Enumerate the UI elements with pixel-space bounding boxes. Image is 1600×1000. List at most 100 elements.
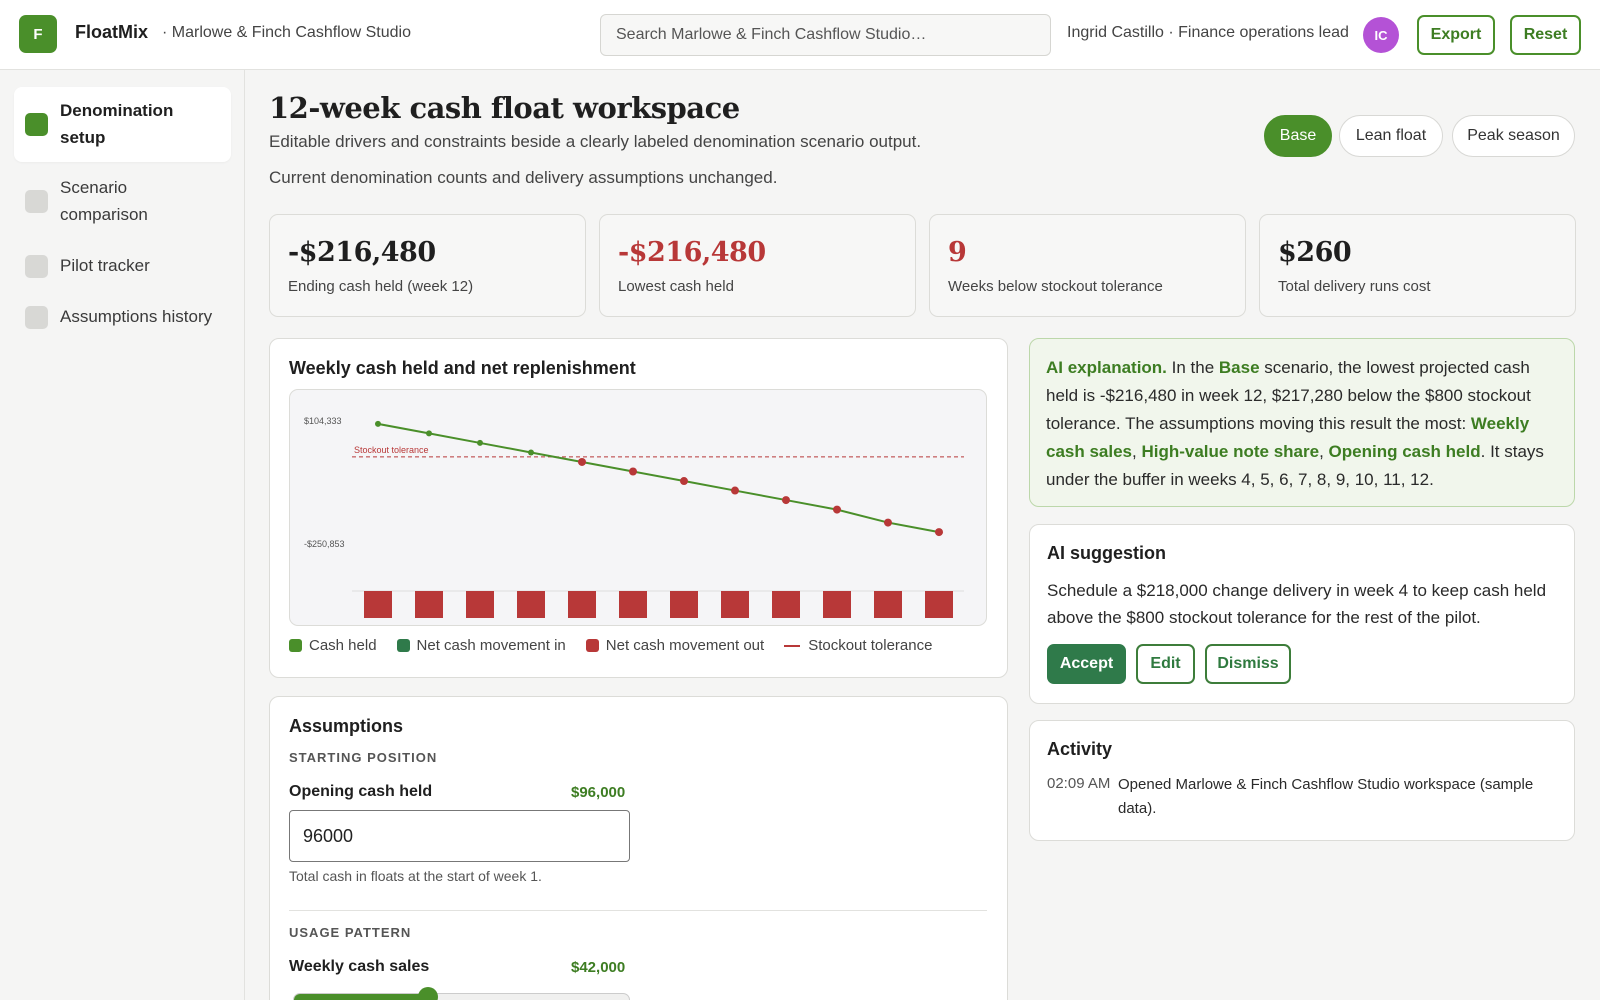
kpi-value: -$216,480 bbox=[618, 237, 766, 268]
legend-net-out: Net cash movement out bbox=[585, 637, 765, 654]
bar-net-out bbox=[517, 591, 545, 618]
ai-explanation-lead: AI explanation. bbox=[1046, 358, 1167, 377]
edit-button[interactable]: Edit bbox=[1136, 644, 1195, 684]
cash-held-point bbox=[833, 505, 841, 514]
nav-icon bbox=[25, 255, 48, 278]
stockout-tolerance-label: Stockout tolerance bbox=[354, 445, 429, 455]
cash-held-point bbox=[426, 430, 432, 437]
top-bar: F FloatMix · Marlowe & Finch Cashflow St… bbox=[0, 0, 1600, 70]
avatar[interactable]: IC bbox=[1363, 17, 1399, 53]
sidebar-item-label: Denomination setup bbox=[60, 101, 174, 147]
ai-explanation-card: AI explanation. In the Base scenario, th… bbox=[1029, 338, 1575, 507]
reset-button[interactable]: Reset bbox=[1510, 15, 1581, 55]
ai-suggestion-title: AI suggestion bbox=[1047, 543, 1167, 563]
cash-held-point bbox=[375, 420, 381, 427]
chart-legend: Cash held Net cash movement in Net cash … bbox=[289, 637, 952, 654]
opening-cash-input[interactable] bbox=[289, 810, 630, 862]
legend-swatch bbox=[784, 644, 801, 647]
cash-held-point bbox=[477, 439, 483, 446]
bar-net-out bbox=[415, 591, 443, 618]
ai-driver: Opening cash held bbox=[1328, 442, 1481, 461]
activity-time: 02:09 AM bbox=[1047, 775, 1111, 792]
y-tick-label: -$250,853 bbox=[304, 539, 345, 549]
bar-net-out bbox=[823, 591, 851, 618]
sidebar-item-label: Pilot tracker bbox=[60, 256, 150, 275]
sidebar-item-assumptions-history[interactable]: Assumptions history bbox=[14, 303, 231, 339]
y-tick-label: $104,333 bbox=[304, 416, 342, 426]
kpi-delivery-cost: $260 Total delivery runs cost bbox=[1259, 214, 1576, 317]
cash-held-point bbox=[782, 496, 790, 505]
ai-text: In the bbox=[1166, 358, 1219, 377]
kpi-value: 9 bbox=[948, 237, 967, 268]
workspace-name: · Marlowe & Finch Cashflow Studio bbox=[162, 24, 411, 41]
cash-held-line bbox=[377, 422, 940, 534]
page-subtitle: Editable drivers and constraints beside … bbox=[269, 132, 922, 151]
kpi-weeks-below: 9 Weeks below stockout tolerance bbox=[929, 214, 1246, 317]
cash-held-point bbox=[680, 477, 688, 486]
scenario-base-button[interactable]: Base bbox=[1264, 115, 1332, 157]
bar-net-out bbox=[619, 591, 647, 618]
section-starting-position: STARTING POSITION bbox=[289, 750, 438, 765]
cash-held-point bbox=[578, 457, 586, 466]
cash-held-point bbox=[884, 518, 892, 527]
ai-text: , bbox=[1319, 442, 1329, 461]
search-box[interactable] bbox=[600, 14, 1051, 56]
slider-handle[interactable] bbox=[417, 987, 438, 1000]
ai-driver: High-value note share bbox=[1141, 442, 1320, 461]
kpi-label: Total delivery runs cost bbox=[1278, 278, 1431, 295]
activity-title: Activity bbox=[1047, 739, 1113, 759]
app-name: FloatMix bbox=[75, 22, 149, 42]
weekly-sales-slider[interactable] bbox=[293, 993, 630, 1000]
page-note: Current denomination counts and delivery… bbox=[269, 168, 778, 187]
cash-held-point bbox=[935, 528, 943, 537]
cash-held-point bbox=[731, 486, 739, 495]
kpi-ending-cash: -$216,480 Ending cash held (week 12) bbox=[269, 214, 586, 317]
kpi-value: $260 bbox=[1278, 237, 1352, 268]
bar-net-out bbox=[466, 591, 494, 618]
bar-net-out bbox=[874, 591, 902, 618]
chart-title: Weekly cash held and net replenishment bbox=[289, 358, 636, 378]
legend-swatch bbox=[396, 639, 410, 652]
legend-label: Stockout tolerance bbox=[808, 637, 933, 654]
ai-suggestion-text: Schedule a $218,000 change delivery in w… bbox=[1047, 581, 1547, 627]
legend-stockout: Stockout tolerance bbox=[784, 637, 932, 654]
export-button[interactable]: Export bbox=[1417, 15, 1495, 55]
kpi-label: Ending cash held (week 12) bbox=[288, 278, 474, 295]
user-label: Ingrid Castillo · Finance operations lea… bbox=[1067, 24, 1349, 41]
opening-cash-label: Opening cash held bbox=[289, 783, 433, 800]
app-logo[interactable]: F bbox=[19, 15, 57, 53]
nav-icon bbox=[25, 113, 48, 136]
bar-net-out bbox=[670, 591, 698, 618]
slider-fill bbox=[294, 994, 429, 1000]
weekly-sales-display: $42,000 bbox=[571, 959, 626, 976]
dismiss-button[interactable]: Dismiss bbox=[1205, 644, 1291, 684]
legend-swatch bbox=[289, 639, 302, 652]
legend-cash-held: Cash held bbox=[289, 637, 377, 654]
kpi-value: -$216,480 bbox=[288, 237, 436, 268]
assumptions-title: Assumptions bbox=[289, 716, 404, 736]
page-title: 12-week cash float workspace bbox=[269, 91, 740, 125]
kpi-label: Lowest cash held bbox=[618, 278, 734, 295]
ai-scenario: Base bbox=[1218, 358, 1260, 377]
scenario-peak-season-button[interactable]: Peak season bbox=[1452, 115, 1575, 157]
bar-net-out bbox=[721, 591, 749, 618]
legend-label: Net cash movement in bbox=[416, 637, 566, 654]
accept-button[interactable]: Accept bbox=[1047, 644, 1126, 684]
sidebar: Denomination setup Scenario comparison P… bbox=[0, 70, 245, 1000]
nav-icon bbox=[25, 190, 48, 213]
sidebar-item-pilot-tracker[interactable]: Pilot tracker bbox=[14, 252, 231, 288]
scenario-lean-float-button[interactable]: Lean float bbox=[1339, 115, 1443, 157]
section-usage-pattern: USAGE PATTERN bbox=[289, 925, 412, 940]
activity-message: Opened Marlowe & Finch Cashflow Studio w… bbox=[1118, 776, 1534, 817]
search-input[interactable] bbox=[616, 26, 1050, 44]
legend-label: Net cash movement out bbox=[605, 637, 765, 654]
sidebar-item-denomination-setup[interactable]: Denomination setup bbox=[14, 87, 231, 162]
opening-cash-display: $96,000 bbox=[571, 784, 626, 801]
divider bbox=[289, 910, 987, 911]
sidebar-item-scenario-comparison[interactable]: Scenario comparison bbox=[14, 174, 231, 234]
opening-cash-help: Total cash in floats at the start of wee… bbox=[289, 868, 542, 884]
bar-net-out bbox=[364, 591, 392, 618]
legend-label: Cash held bbox=[309, 637, 377, 654]
bar-net-out bbox=[925, 591, 953, 618]
chart-area: $104,333 -$250,853 Stockout tolerance bbox=[289, 389, 987, 626]
